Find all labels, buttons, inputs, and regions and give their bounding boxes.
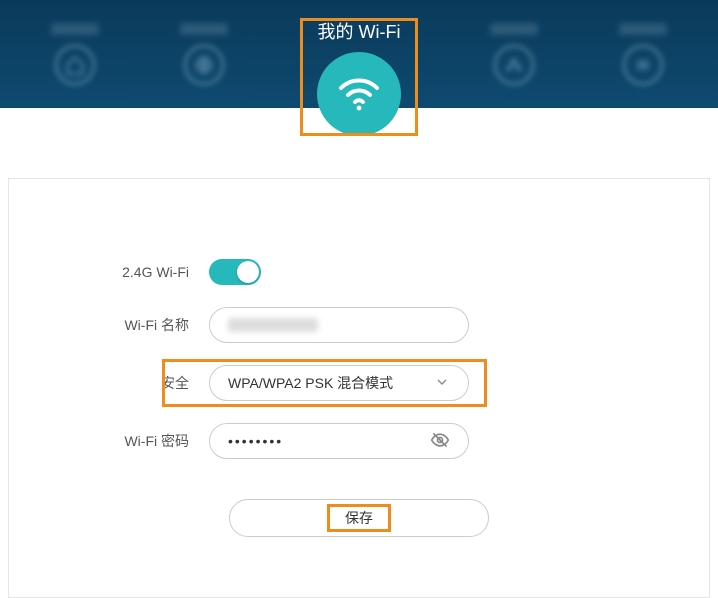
row-password: Wi-Fi 密码 •••••••• (49, 423, 669, 459)
security-select[interactable]: WPA/WPA2 PSK 混合模式 (209, 365, 469, 401)
save-button[interactable]: 保存 (229, 499, 489, 537)
top-header: 我的 Wi-Fi (0, 0, 718, 108)
wifi-tab[interactable]: 我的 Wi-Fi (317, 18, 401, 136)
row-security: 安全 WPA/WPA2 PSK 混合模式 (49, 365, 669, 401)
devices-icon (494, 45, 534, 85)
page-title: 我的 Wi-Fi (318, 18, 401, 44)
password-value: •••••••• (228, 433, 430, 449)
wifi-name-input[interactable] (209, 307, 469, 343)
wifi-icon (317, 52, 401, 136)
nav-item-2[interactable] (180, 23, 228, 85)
row-save: 保存 (49, 499, 669, 537)
show-password-icon[interactable] (430, 430, 450, 453)
band-toggle[interactable] (209, 259, 261, 285)
nav-item-5[interactable] (619, 23, 667, 85)
chevron-down-icon (434, 374, 450, 393)
security-label: 安全 (49, 373, 209, 393)
home-icon (55, 45, 95, 85)
password-label: Wi-Fi 密码 (49, 431, 209, 451)
row-band: 2.4G Wi-Fi (49, 259, 669, 285)
wifi-name-value (228, 318, 318, 332)
settings-panel: 2.4G Wi-Fi Wi-Fi 名称 安全 WPA/WPA2 PSK 混合模式… (8, 178, 710, 598)
security-value: WPA/WPA2 PSK 混合模式 (228, 373, 393, 393)
band-label: 2.4G Wi-Fi (49, 264, 209, 280)
nav-item-4[interactable] (490, 23, 538, 85)
menu-icon (623, 45, 663, 85)
nav-item-1[interactable] (51, 23, 99, 85)
wifi-name-label: Wi-Fi 名称 (49, 315, 209, 335)
globe-icon (184, 45, 224, 85)
password-input[interactable]: •••••••• (209, 423, 469, 459)
row-wifi-name: Wi-Fi 名称 (49, 307, 669, 343)
